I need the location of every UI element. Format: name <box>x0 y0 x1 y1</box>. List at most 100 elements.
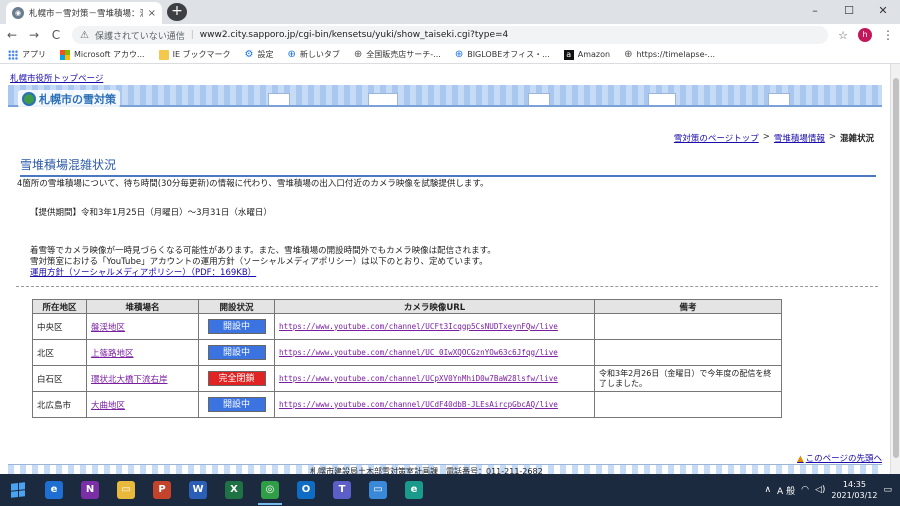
globe-icon: ⊕ <box>454 49 464 60</box>
bookmark-apps[interactable]: アプリ <box>8 49 46 60</box>
reload-icon[interactable]: C <box>50 28 62 42</box>
new-tab-button[interactable]: + <box>167 3 187 21</box>
breadcrumb-separator: > <box>762 132 770 142</box>
table-row: 白石区 環状北大橋下流右岸 完全閉鎖 https://www.youtube.c… <box>32 365 782 392</box>
site-link[interactable]: 大曲地区 <box>91 401 125 411</box>
taskbar-onenote-button[interactable]: N <box>72 474 108 506</box>
breadcrumb-parent-link[interactable]: 雪堆積場情報 <box>774 132 825 144</box>
folder-icon <box>158 49 169 60</box>
bookmark-timelapse[interactable]: ⊕ https://timelapse-... <box>624 49 715 60</box>
taskbar-explorer-button[interactable]: ▭ <box>108 474 144 506</box>
bookmark-dealer-search[interactable]: ⊕ 全国販売店サーチ-... <box>354 49 441 60</box>
globe-icon: ⊕ <box>353 49 363 60</box>
url-cell: https://www.youtube.com/channel/UCFt3Icq… <box>274 313 595 340</box>
site-link[interactable]: 上篠路地区 <box>91 349 134 359</box>
breadcrumb-current: 混雑状況 <box>839 134 874 144</box>
tab-strip: ◉ 札幌市－雪対策－雪堆積場：混雑 × + – ☐ ✕ <box>0 0 900 24</box>
close-window-button[interactable]: ✕ <box>866 0 900 22</box>
menu-kebab-icon[interactable]: ⋮ <box>882 28 894 42</box>
volume-icon[interactable]: ◁) <box>815 485 825 495</box>
snow-banner: 札幌市の雪対策 <box>8 85 882 121</box>
city-top-link[interactable]: 札幌市役所トップページ <box>10 72 103 84</box>
bookmark-biglobe[interactable]: ⊕ BIGLOBEオフィス・... <box>455 49 550 60</box>
edge-legacy-icon: e <box>45 481 63 499</box>
warning-icon[interactable]: ⚠ <box>80 30 89 41</box>
url-cell: https://www.youtube.com/channel/UCdF40db… <box>274 391 595 418</box>
bookmark-amazon[interactable]: a Amazon <box>563 49 610 60</box>
windows-taskbar: e N ▭ P W X ◎ O T ▭ e ∧ A 般 ◠ ◁) 14:35 2021/03/12 … <box>0 474 900 506</box>
remark-cell <box>594 339 782 366</box>
notifications-icon[interactable]: ▭ <box>883 485 892 495</box>
status-cell: 開設中 <box>198 313 275 340</box>
table-row: 北広島市 大曲地区 開設中 https://www.youtube.com/ch… <box>32 391 782 418</box>
ime-indicator[interactable]: A 般 <box>777 484 795 497</box>
breadcrumb-separator: > <box>828 132 836 142</box>
word-icon: W <box>189 481 207 499</box>
tray-chevron-icon[interactable]: ∧ <box>764 485 771 495</box>
bookmark-microsoft[interactable]: Microsoft アカウ... <box>60 49 145 60</box>
remark-cell <box>594 391 782 418</box>
remark-cell: 令和3年2月26日（金曜日）で今年度の配信を終了しました。 <box>594 365 782 392</box>
back-arrow-icon[interactable]: ← <box>6 28 18 42</box>
clock[interactable]: 14:35 2021/03/12 <box>831 479 877 501</box>
site-link[interactable]: 盤渓地区 <box>91 323 125 333</box>
address-toolbar: ← → C ⚠ 保護されていない通信 | www2.city.sapporo.j… <box>0 24 900 46</box>
table-row: 中央区 盤渓地区 開設中 https://www.youtube.com/cha… <box>32 313 782 340</box>
maximize-button[interactable]: ☐ <box>832 0 866 22</box>
footer-contact: 札幌市建設局土木部雪対策室計画課 電話番号：011-211-2682 <box>310 467 543 474</box>
site-logo[interactable]: 札幌市の雪対策 <box>18 90 120 108</box>
taskbar-word-button[interactable]: W <box>180 474 216 506</box>
page-content: 札幌市役所トップページ 札幌市の雪対策 雪対策のページトップ > 雪堆積場情報 … <box>0 64 900 474</box>
status-cell: 開設中 <box>198 339 275 366</box>
breadcrumb-home-link[interactable]: 雪対策のページトップ <box>674 132 759 144</box>
taskbar-chrome-button[interactable]: ◎ <box>252 474 288 506</box>
camera-url-link[interactable]: https://www.youtube.com/channel/UC_0IwXQ… <box>279 348 558 357</box>
security-label: 保護されていない通信 <box>94 31 185 42</box>
taskbar-powerpoint-button[interactable]: P <box>144 474 180 506</box>
tab-close-icon[interactable]: × <box>148 8 156 19</box>
teams-icon: T <box>333 481 351 499</box>
bookmark-star-icon[interactable]: ☆ <box>838 29 848 42</box>
minimize-button[interactable]: – <box>798 0 832 22</box>
site-favicon-icon: ◉ <box>12 7 24 19</box>
site-link[interactable]: 環状北大橋下流右岸 <box>91 375 168 385</box>
site-cell: 環状北大橋下流右岸 <box>86 365 199 392</box>
taskbar-outlook-button[interactable]: O <box>288 474 324 506</box>
url-bar[interactable]: ⚠ 保護されていない通信 | www2.city.sapporo.jp/cgi-… <box>72 26 829 44</box>
url-separator: | <box>190 30 194 40</box>
page-scrollbar[interactable] <box>890 64 900 474</box>
outlook-icon: O <box>297 481 315 499</box>
status-badge: 開設中 <box>207 397 266 412</box>
page-top-link[interactable]: ▲ このページの先頭へ <box>797 452 882 464</box>
taskbar-excel-button[interactable]: X <box>216 474 252 506</box>
gear-icon: ⚙ <box>244 49 254 60</box>
clock-time: 14:35 <box>842 480 866 489</box>
taskbar-onedrive-folder-button[interactable]: ▭ <box>360 474 396 506</box>
profile-avatar[interactable]: h <box>858 28 872 42</box>
scrollbar-thumb[interactable] <box>893 78 899 458</box>
globe-icon: ⊕ <box>287 49 296 60</box>
edge-icon: e <box>405 481 423 499</box>
policy-pdf-link[interactable]: 運用方針（ソーシャルメディアポリシー）（PDF：169KB） <box>30 266 256 278</box>
taskbar-edge-legacy-button[interactable]: e <box>36 474 72 506</box>
system-tray: ∧ A 般 ◠ ◁) 14:35 2021/03/12 ▭ <box>764 479 900 501</box>
page-title: 雪堆積場混雑状況 <box>20 156 876 177</box>
camera-url-link[interactable]: https://www.youtube.com/channel/UCpXV0Yn… <box>279 374 558 383</box>
start-button[interactable] <box>0 474 36 506</box>
taskbar-teams-button[interactable]: T <box>324 474 360 506</box>
bookmark-settings[interactable]: ⚙ 設定 <box>245 49 274 60</box>
remark-cell <box>594 313 782 340</box>
onedrive-folder-icon: ▭ <box>369 481 387 499</box>
camera-url-link[interactable]: https://www.youtube.com/channel/UCFt3Icq… <box>279 322 558 331</box>
taskbar-edge-button[interactable]: e <box>396 474 432 506</box>
browser-tab[interactable]: ◉ 札幌市－雪対策－雪堆積場：混雑 × <box>6 2 162 24</box>
camera-url-link[interactable]: https://www.youtube.com/channel/UCdF40db… <box>279 400 558 409</box>
status-cell: 開設中 <box>198 391 275 418</box>
site-cell: 盤渓地区 <box>86 313 199 340</box>
forward-arrow-icon[interactable]: → <box>28 28 40 42</box>
bookmark-ie-folder[interactable]: IE ブックマーク <box>158 49 231 60</box>
site-cell: 大曲地区 <box>86 391 199 418</box>
url-text[interactable]: www2.city.sapporo.jp/cgi-bin/kensetsu/yu… <box>200 30 509 40</box>
bookmark-newtab[interactable]: ⊕ 新しいタブ <box>288 49 340 60</box>
wifi-icon[interactable]: ◠ <box>801 485 809 495</box>
